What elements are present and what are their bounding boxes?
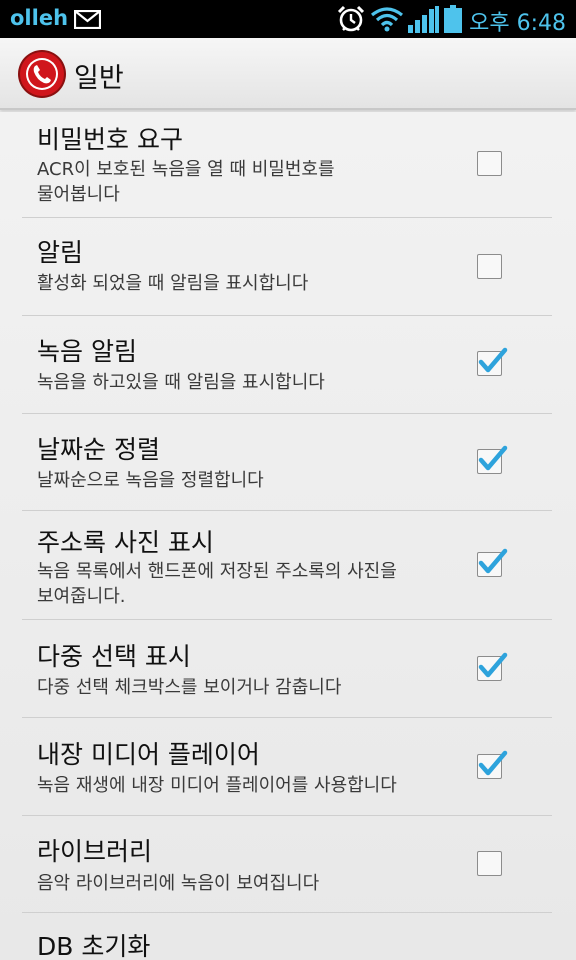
setting-title: 녹음 알림: [37, 337, 137, 366]
action-bar: 일반: [0, 38, 576, 110]
signal-icon: [408, 6, 439, 33]
carrier-label: olleh: [10, 6, 69, 30]
setting-summary: 활성화 되었을 때 알림을 표시합니다: [37, 273, 309, 294]
setting-db-reset[interactable]: DB 초기화: [0, 913, 576, 960]
status-bar: olleh 오후 6:48: [0, 0, 576, 38]
setting-recording-notification[interactable]: 녹음 알림 녹음을 하고있을 때 알림을 표시합니다: [0, 316, 576, 413]
checkmark-icon: [478, 652, 508, 678]
setting-summary: 다중 선택 체크박스를 보이거나 감춥니다: [37, 677, 342, 698]
setting-library[interactable]: 라이브러리 음악 라이브러리에 녹음이 보여집니다: [0, 816, 576, 913]
setting-multi-select[interactable]: 다중 선택 표시 다중 선택 체크박스를 보이거나 감춥니다: [0, 620, 576, 717]
setting-title: 날짜순 정렬: [37, 435, 160, 464]
checkbox-multi-select[interactable]: [477, 652, 508, 681]
setting-contact-photo[interactable]: 주소록 사진 표시 녹음 목록에서 핸드폰에 저장된 주소록의 사진을 보여줍니…: [0, 511, 576, 619]
checkbox-contact-photo[interactable]: [477, 548, 508, 577]
setting-summary: 날짜순으로 녹음을 정렬합니다: [37, 470, 264, 491]
checkmark-icon: [478, 347, 508, 373]
setting-title: 다중 선택 표시: [37, 642, 191, 671]
checkbox-library[interactable]: [477, 851, 502, 876]
setting-title: 라이브러리: [37, 837, 153, 866]
clock: 오후 6:48: [469, 11, 566, 36]
checkbox-sort-by-date[interactable]: [477, 445, 508, 474]
setting-summary: 음악 라이브러리에 녹음이 보여집니다: [37, 873, 320, 894]
setting-title: 비밀번호 요구: [37, 125, 183, 154]
setting-notification[interactable]: 알림 활성화 되었을 때 알림을 표시합니다: [0, 218, 576, 315]
setting-builtin-player[interactable]: 내장 미디어 플레이어 녹음 재생에 내장 미디어 플레이어를 사용합니다: [0, 718, 576, 815]
phone-record-icon[interactable]: [17, 49, 67, 99]
setting-summary: 녹음을 하고있을 때 알림을 표시합니다: [37, 372, 325, 393]
battery-icon: [444, 5, 462, 33]
page-title: 일반: [74, 63, 124, 94]
alarm-icon: [337, 5, 365, 32]
setting-title: 주소록 사진 표시: [37, 528, 214, 557]
setting-title: 내장 미디어 플레이어: [37, 740, 260, 769]
checkbox-builtin-player[interactable]: [477, 750, 508, 779]
setting-summary: 녹음 재생에 내장 미디어 플레이어를 사용합니다: [37, 775, 397, 796]
setting-summary: ACR이 보호된 녹음을 열 때 비밀번호를 물어봅니다: [37, 159, 335, 205]
checkmark-icon: [478, 548, 508, 574]
setting-summary: 녹음 목록에서 핸드폰에 저장된 주소록의 사진을 보여줍니다.: [37, 561, 397, 607]
checkmark-icon: [478, 750, 508, 776]
setting-title: 알림: [37, 238, 84, 267]
setting-title: DB 초기화: [37, 932, 151, 960]
wifi-icon: [371, 7, 403, 32]
checkbox-notification[interactable]: [477, 254, 502, 279]
setting-sort-by-date[interactable]: 날짜순 정렬 날짜순으로 녹음을 정렬합니다: [0, 414, 576, 511]
mail-icon: [74, 10, 101, 29]
checkmark-icon: [478, 445, 508, 471]
checkbox-require-password[interactable]: [477, 151, 502, 176]
setting-require-password[interactable]: 비밀번호 요구 ACR이 보호된 녹음을 열 때 비밀번호를 물어봅니다: [0, 112, 576, 217]
checkbox-recording-notification[interactable]: [477, 347, 508, 376]
settings-list: 비밀번호 요구 ACR이 보호된 녹음을 열 때 비밀번호를 물어봅니다 알림 …: [0, 112, 576, 960]
